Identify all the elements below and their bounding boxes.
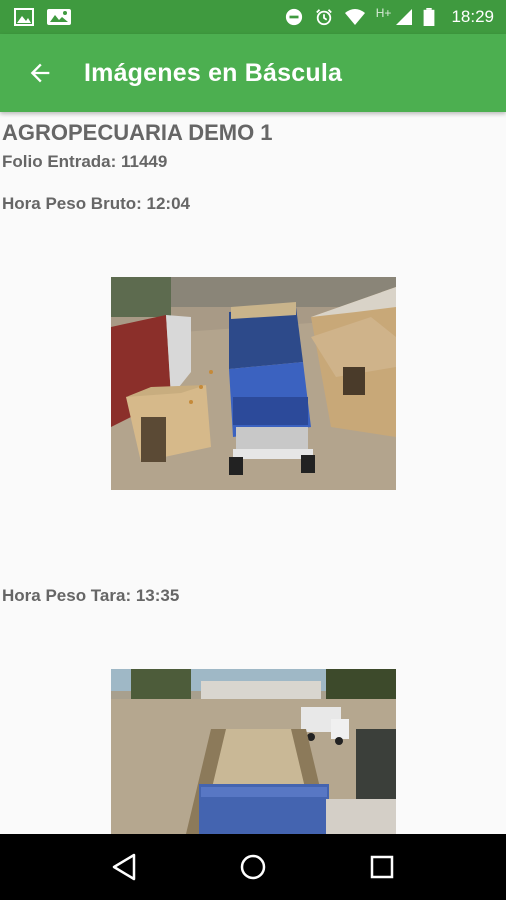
home-circle-icon xyxy=(240,854,266,880)
hora-peso-tara: Hora Peso Tara: 13:35 xyxy=(2,586,180,605)
truck-photo-image xyxy=(111,669,396,834)
company-name: AGROPECUARIA DEMO 1 xyxy=(2,120,273,145)
alarm-icon xyxy=(315,9,332,26)
page-title: Imágenes en Báscula xyxy=(84,58,343,87)
app-bar: Imágenes en Báscula xyxy=(0,34,506,112)
image-icon xyxy=(14,8,34,26)
battery-icon xyxy=(424,8,435,26)
status-bar: H+ 18:29 xyxy=(0,0,506,34)
network-type-label: H+ xyxy=(375,6,392,20)
scale-photo-bruto[interactable] xyxy=(111,277,396,490)
hora-peso-bruto: Hora Peso Bruto: 12:04 xyxy=(2,194,190,213)
content-scroll[interactable]: AGROPECUARIA DEMO 1 Folio Entrada: 11449… xyxy=(0,112,506,834)
nav-home-button[interactable] xyxy=(229,843,277,891)
recents-square-icon xyxy=(370,855,393,879)
do-not-disturb-icon xyxy=(285,8,302,26)
signal-icon xyxy=(396,9,413,25)
truck-photo-image xyxy=(111,277,396,490)
folio-entrada: Folio Entrada: 11449 xyxy=(2,152,168,171)
wifi-icon xyxy=(344,9,365,25)
back-triangle-icon xyxy=(113,853,136,881)
back-button[interactable] xyxy=(10,43,70,103)
nav-recents-button[interactable] xyxy=(358,843,406,891)
nav-back-button[interactable] xyxy=(100,843,148,891)
arrow-back-icon xyxy=(30,63,50,83)
photo-icon xyxy=(47,9,71,25)
scale-photo-tara[interactable] xyxy=(111,669,396,834)
status-time: 18:29 xyxy=(451,7,494,26)
screen: H+ 18:29 Imágenes en Báscula AGROPECUARI… xyxy=(0,0,506,900)
system-nav-bar xyxy=(0,834,506,900)
